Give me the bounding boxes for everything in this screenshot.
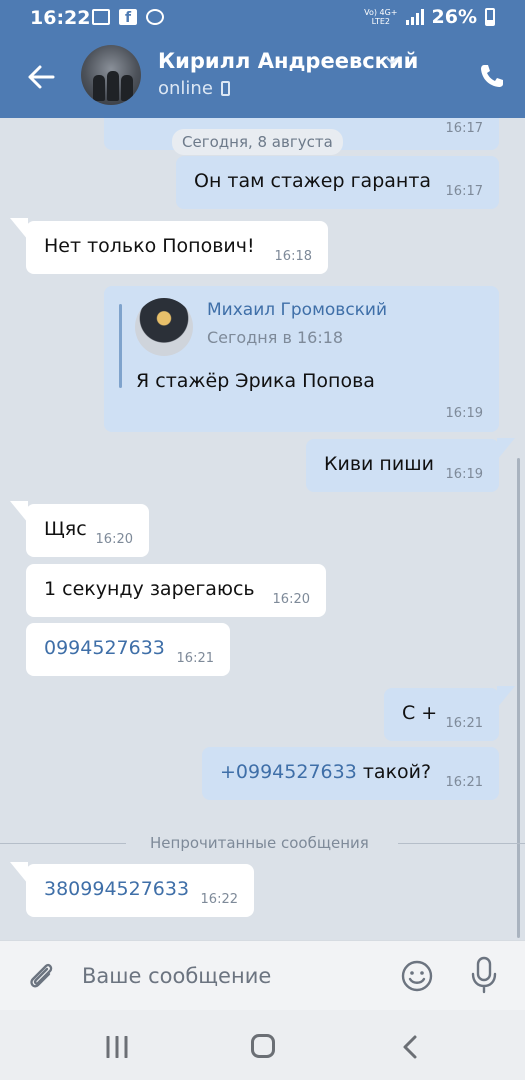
contact-avatar[interactable]	[81, 45, 141, 105]
phone-link[interactable]: 0994527633	[44, 636, 165, 658]
message-bubble[interactable]: С + 16:21	[384, 688, 499, 741]
message-text: Я стажёр Эрика Попова	[136, 370, 375, 392]
message-time: 16:20	[95, 532, 133, 547]
smile-icon[interactable]	[400, 959, 434, 993]
message-time: 16:21	[445, 775, 483, 790]
quote-bar	[119, 304, 122, 388]
battery-percent: 26%	[431, 6, 477, 28]
message-time: 16:17	[445, 184, 483, 199]
back-nav-icon[interactable]	[398, 1034, 424, 1060]
hand-icon	[146, 9, 164, 25]
message-time: 16:19	[445, 467, 483, 482]
system-indicators: Vo) 4G+ LTE2 26%	[364, 6, 495, 28]
message-time: 16:19	[445, 406, 483, 421]
paperclip-icon[interactable]	[25, 960, 57, 992]
contact-name[interactable]: Кирилл Андреевский	[158, 49, 418, 73]
signal-icon	[405, 9, 424, 25]
mobile-device-icon	[220, 81, 230, 96]
forward-author-name[interactable]: Михаил Громовский	[207, 300, 387, 320]
message-time: 16:22	[200, 892, 238, 907]
message-time: 16:21	[176, 651, 214, 666]
message-time: 16:18	[274, 249, 312, 264]
phone-link[interactable]: 380994527633	[44, 877, 189, 899]
message-time: 16:21	[445, 716, 483, 731]
recent-apps-icon[interactable]	[104, 1036, 130, 1058]
message-time: 16:17	[445, 121, 483, 136]
message-text: 1 секунду зарегаюсь	[44, 577, 255, 600]
message-bubble[interactable]: 380994527633 16:22	[26, 864, 254, 917]
message-bubble[interactable]: 1 секунду зарегаюсь 16:20	[26, 564, 326, 617]
message-bubble[interactable]: Он там стажер гаранта 16:17	[176, 156, 499, 209]
chevron-down-icon[interactable]	[386, 54, 398, 66]
forward-author-avatar[interactable]	[135, 298, 193, 356]
message-input[interactable]	[82, 957, 372, 995]
status-time: 16:22	[30, 7, 91, 29]
battery-icon	[485, 8, 495, 26]
message-bubble[interactable]: Щяс 16:20	[26, 504, 149, 557]
unread-divider: Непрочитанные сообщения	[0, 832, 525, 856]
microphone-icon[interactable]	[470, 956, 498, 994]
message-time: 16:20	[272, 592, 310, 607]
message-text: Щяс	[44, 517, 87, 540]
contact-status: online	[158, 78, 230, 99]
message-list[interactable]: 16:17 Сегодня, 8 августа Он там стажер г…	[0, 118, 525, 940]
message-text: Нет только Попович!	[44, 234, 255, 257]
status-bar: 16:22 f Vo) 4G+ LTE2 26%	[0, 0, 525, 38]
message-bubble[interactable]: Нет только Попович! 16:18	[26, 221, 328, 274]
phone-link[interactable]: +0994527633	[220, 760, 357, 782]
forward-date: Сегодня в 16:18	[207, 328, 344, 347]
system-navigation-bar	[0, 1010, 525, 1080]
message-bubble[interactable]: +0994527633 такой? 16:21	[202, 747, 499, 800]
message-text: Киви пиши	[324, 452, 434, 475]
network-indicator: Vo) 4G+ LTE2	[364, 8, 398, 26]
gallery-icon	[92, 9, 110, 25]
facebook-icon: f	[119, 9, 137, 25]
home-icon[interactable]	[251, 1034, 275, 1058]
scrollbar[interactable]	[517, 458, 520, 938]
phone-icon[interactable]	[478, 62, 506, 90]
forwarded-message[interactable]: Михаил Громовский Сегодня в 16:18 Я стаж…	[104, 286, 499, 432]
date-separator: Сегодня, 8 августа	[172, 129, 343, 155]
message-bubble[interactable]: 0994527633 16:21	[26, 623, 230, 676]
message-text: +0994527633 такой?	[220, 760, 432, 783]
arrow-left-icon[interactable]	[26, 62, 56, 92]
message-text: С +	[402, 701, 438, 724]
message-text: Он там стажер гаранта	[194, 169, 432, 192]
app-header: 16:22 f Vo) 4G+ LTE2 26% Кирилл Андреевс…	[0, 0, 525, 118]
message-bubble[interactable]: Киви пиши 16:19	[306, 439, 499, 492]
message-composer	[0, 940, 525, 1010]
notification-icons: f	[92, 9, 164, 25]
